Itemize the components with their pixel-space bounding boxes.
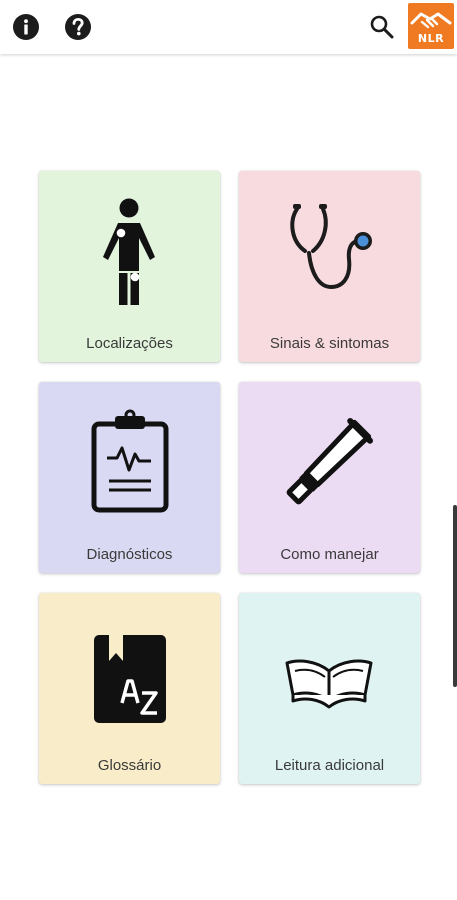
tile-glossario[interactable]: Glossário	[39, 593, 220, 784]
tile-label: Sinais & sintomas	[269, 335, 390, 352]
ointment-tube-icon	[286, 417, 374, 505]
tile-label: Leitura adicional	[274, 757, 385, 774]
search-icon	[370, 15, 394, 39]
nlr-logo[interactable]: NLR	[408, 3, 454, 49]
tile-label: Glossário	[97, 757, 162, 774]
scrollbar[interactable]	[453, 505, 457, 687]
tile-label: Diagnósticos	[86, 546, 173, 563]
tile-leitura-adicional[interactable]: Leitura adicional	[239, 593, 420, 784]
logo-text: NLR	[417, 32, 445, 45]
app-bar: NLR	[0, 0, 457, 54]
tile-sinais-sintomas[interactable]: Sinais & sintomas	[239, 171, 420, 362]
tile-label: Localizações	[86, 335, 173, 352]
tile-como-manejar[interactable]: Como manejar	[239, 382, 420, 573]
search-button[interactable]	[366, 11, 398, 43]
tile-diagnosticos[interactable]: Diagnósticos	[39, 382, 220, 573]
info-icon	[13, 14, 39, 40]
open-book-icon	[285, 659, 373, 709]
help-icon	[65, 14, 91, 40]
clipboard-icon	[91, 409, 169, 513]
stethoscope-icon	[290, 204, 372, 290]
tile-label: Como manejar	[280, 546, 379, 563]
help-button[interactable]	[62, 11, 94, 43]
handshake-icon	[410, 12, 452, 29]
tile-localizacoes[interactable]: Localizações	[39, 171, 220, 362]
person-body-icon	[103, 198, 155, 305]
info-button[interactable]	[10, 11, 42, 43]
az-book-icon	[94, 635, 166, 723]
